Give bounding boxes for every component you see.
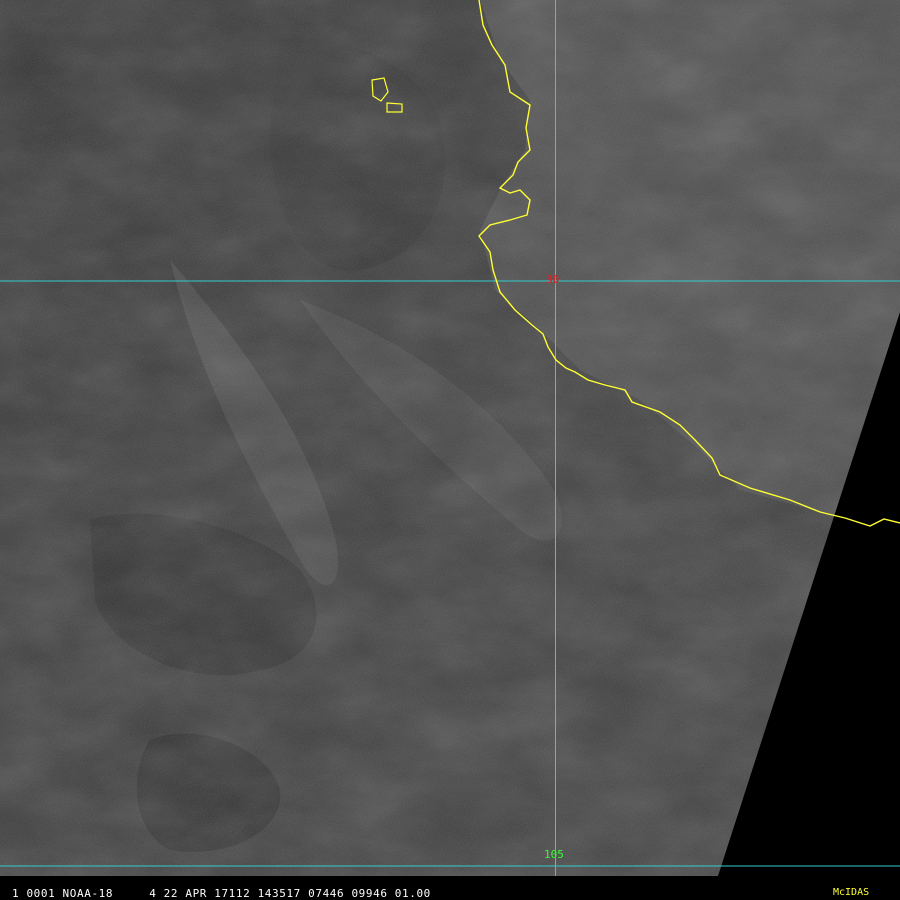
latitude-label: 30 [546, 273, 560, 286]
longitude-label: 105 [544, 848, 564, 861]
image-metadata-text: 1 0001 NOAA-18 4 22 APR 17112 143517 074… [12, 887, 431, 900]
satellite-image-view [0, 0, 900, 887]
brand-label: McIDAS [833, 887, 870, 898]
